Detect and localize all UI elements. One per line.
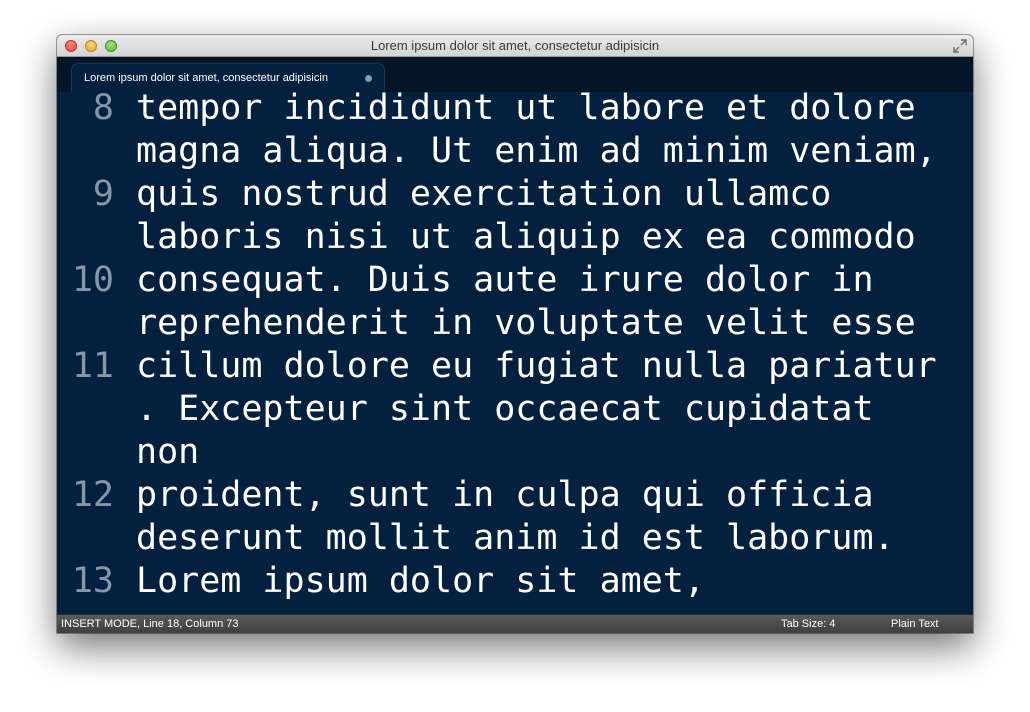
editor-line[interactable]: deserunt mollit anim id est laborum.	[57, 517, 973, 560]
tab-bar: Lorem ipsum dolor sit amet, consectetur …	[57, 57, 973, 92]
line-text[interactable]: Lorem ipsum dolor sit amet,	[136, 560, 705, 603]
editor-line[interactable]: 11 cillum dolore eu fugiat nulla pariatur	[57, 345, 973, 388]
line-text[interactable]: cillum dolore eu fugiat nulla pariatur	[136, 345, 937, 388]
status-mode: INSERT MODE, Line 18, Column 73	[61, 618, 239, 630]
line-number: 12	[71, 475, 114, 515]
line-text[interactable]: proident, sunt in culpa qui officia	[136, 474, 874, 517]
editor-line[interactable]: magna aliqua. Ut enim ad minim veniam,	[57, 130, 973, 173]
line-text[interactable]: reprehenderit in voluptate velit esse	[136, 302, 916, 345]
editor-line[interactable]: non	[57, 431, 973, 474]
editor-line[interactable]: 12 proident, sunt in culpa qui officia	[57, 474, 973, 517]
line-text[interactable]: magna aliqua. Ut enim ad minim veniam,	[136, 130, 937, 173]
line-number: 10	[71, 260, 114, 300]
editor-line[interactable]: 9 quis nostrud exercitation ullamco	[57, 173, 973, 216]
line-text[interactable]: non	[136, 431, 199, 474]
editor-line[interactable]: 13 Lorem ipsum dolor sit amet,	[57, 560, 973, 603]
line-number: 11	[71, 346, 114, 386]
tab-document[interactable]: Lorem ipsum dolor sit amet, consectetur …	[71, 63, 385, 92]
fullscreen-icon[interactable]	[953, 39, 967, 53]
title-bar[interactable]: Lorem ipsum dolor sit amet, consectetur …	[57, 35, 973, 57]
line-text[interactable]: quis nostrud exercitation ullamco	[136, 173, 831, 216]
line-text[interactable]: consequat. Duis aute irure dolor in	[136, 259, 874, 302]
line-text[interactable]: tempor incididunt ut labore et dolore	[136, 92, 916, 130]
status-bar: INSERT MODE, Line 18, Column 73 Tab Size…	[57, 614, 973, 633]
syntax-selector[interactable]: Plain Text	[891, 615, 939, 633]
editor-line[interactable]: 8 tempor incididunt ut labore et dolore	[57, 92, 973, 130]
text-editor[interactable]: 8 tempor incididunt ut labore et dolore ma…	[57, 92, 973, 614]
line-text[interactable]: laboris nisi ut aliquip ex ea commodo	[136, 216, 916, 259]
tab-label: Lorem ipsum dolor sit amet, consectetur …	[84, 72, 328, 84]
editor-line[interactable]: reprehenderit in voluptate velit esse	[57, 302, 973, 345]
line-number: 9	[92, 174, 114, 214]
editor-window: Lorem ipsum dolor sit amet, consectetur …	[57, 35, 973, 633]
line-text[interactable]: deserunt mollit anim id est laborum.	[136, 517, 895, 560]
window-title: Lorem ipsum dolor sit amet, consectetur …	[370, 38, 660, 53]
editor-line[interactable]: . Excepteur sint occaecat cupidatat	[57, 388, 973, 431]
line-number: 8	[92, 92, 114, 128]
unsaved-dot-icon[interactable]	[365, 75, 372, 82]
line-text[interactable]: . Excepteur sint occaecat cupidatat	[136, 388, 874, 431]
editor-line[interactable]: 10 consequat. Duis aute irure dolor in	[57, 259, 973, 302]
tab-size-selector[interactable]: Tab Size: 4	[781, 615, 835, 633]
line-number: 13	[71, 561, 114, 601]
editor-line[interactable]: laboris nisi ut aliquip ex ea commodo	[57, 216, 973, 259]
